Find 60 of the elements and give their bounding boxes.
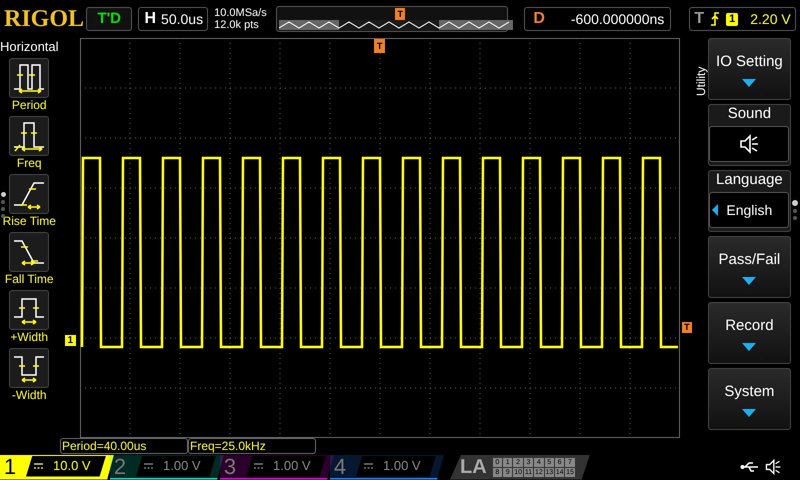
- channel-scale: 1.00 V: [136, 456, 216, 476]
- caret-icon: [742, 409, 756, 418]
- rising-edge-icon: [710, 12, 720, 26]
- trigger-source: 1: [726, 12, 738, 26]
- dc-coupling-icon: [144, 463, 153, 469]
- menu-button[interactable]: System: [708, 368, 791, 430]
- channel-number: 1: [2, 454, 18, 478]
- menu-button[interactable]: IO Setting: [708, 38, 791, 100]
- language-select[interactable]: English: [709, 192, 790, 228]
- trigger-level-marker: T: [682, 322, 692, 333]
- delay-display: D -600.000000ns: [524, 7, 672, 31]
- usb-icon: [740, 461, 760, 473]
- measure-button[interactable]: [9, 58, 50, 98]
- menu-button[interactable]: Pass/Fail: [708, 236, 791, 298]
- horizontal-scale: H 50.0us: [138, 7, 208, 31]
- measure-label: -Width: [12, 388, 47, 403]
- caret-icon: [742, 277, 756, 286]
- menu-title: Utility: [694, 66, 708, 98]
- trigger-display: T 1 2.20 V: [689, 7, 796, 31]
- caret-icon: [742, 343, 756, 352]
- measurement-readout: Freq=25.0kHz: [188, 438, 316, 454]
- trigger-time-marker: T: [374, 39, 386, 53]
- channel-tab[interactable]: 1 10.0 V: [0, 454, 114, 480]
- speaker-icon: [764, 458, 782, 476]
- dc-coupling-icon: [364, 463, 373, 469]
- measure-button[interactable]: [9, 174, 50, 214]
- menu-title: Horizontal: [0, 39, 59, 55]
- channel-scale: 1.00 V: [246, 456, 326, 476]
- menu-label: Language: [716, 171, 783, 189]
- caret-icon: [742, 79, 756, 88]
- measure-button[interactable]: [9, 290, 50, 330]
- channel-number: 2: [112, 454, 128, 478]
- sample-rate: 10.0MSa/s: [214, 7, 268, 19]
- channel-tab[interactable]: 4 1.00 V: [330, 454, 444, 480]
- measure-label: Freq: [16, 156, 42, 171]
- dc-coupling-icon: [254, 463, 263, 469]
- trigger-position-marker: T: [395, 8, 406, 20]
- measure-label: Period: [12, 98, 47, 113]
- measure-label: +Width: [10, 330, 48, 345]
- channel-number: 3: [222, 454, 238, 478]
- measurement-readout: Period=40.00us: [60, 438, 188, 454]
- channel-scale: 10.0 V: [26, 456, 106, 476]
- left-arrow-icon: [712, 204, 718, 216]
- measure-button[interactable]: [9, 116, 50, 156]
- channel-scale: 1.00 V: [356, 456, 436, 476]
- trigger-level: 2.20 V: [750, 10, 791, 28]
- menu-label: Sound: [728, 105, 772, 123]
- channel-marker: 1: [64, 335, 76, 346]
- memory-depth: 12.0k pts: [214, 19, 260, 31]
- measure-label: Fall Time: [4, 272, 54, 287]
- menu-button[interactable]: Record: [708, 302, 791, 364]
- dc-coupling-icon: [34, 463, 43, 469]
- sound-button[interactable]: [709, 126, 790, 162]
- measure-button[interactable]: [9, 232, 50, 272]
- la-label: LA: [460, 455, 487, 480]
- speaker-icon: [738, 133, 760, 155]
- channel-number: 4: [332, 454, 348, 478]
- run-status: T'D: [86, 7, 132, 31]
- measure-button[interactable]: [9, 348, 50, 388]
- measure-label: Rise Time: [2, 214, 56, 229]
